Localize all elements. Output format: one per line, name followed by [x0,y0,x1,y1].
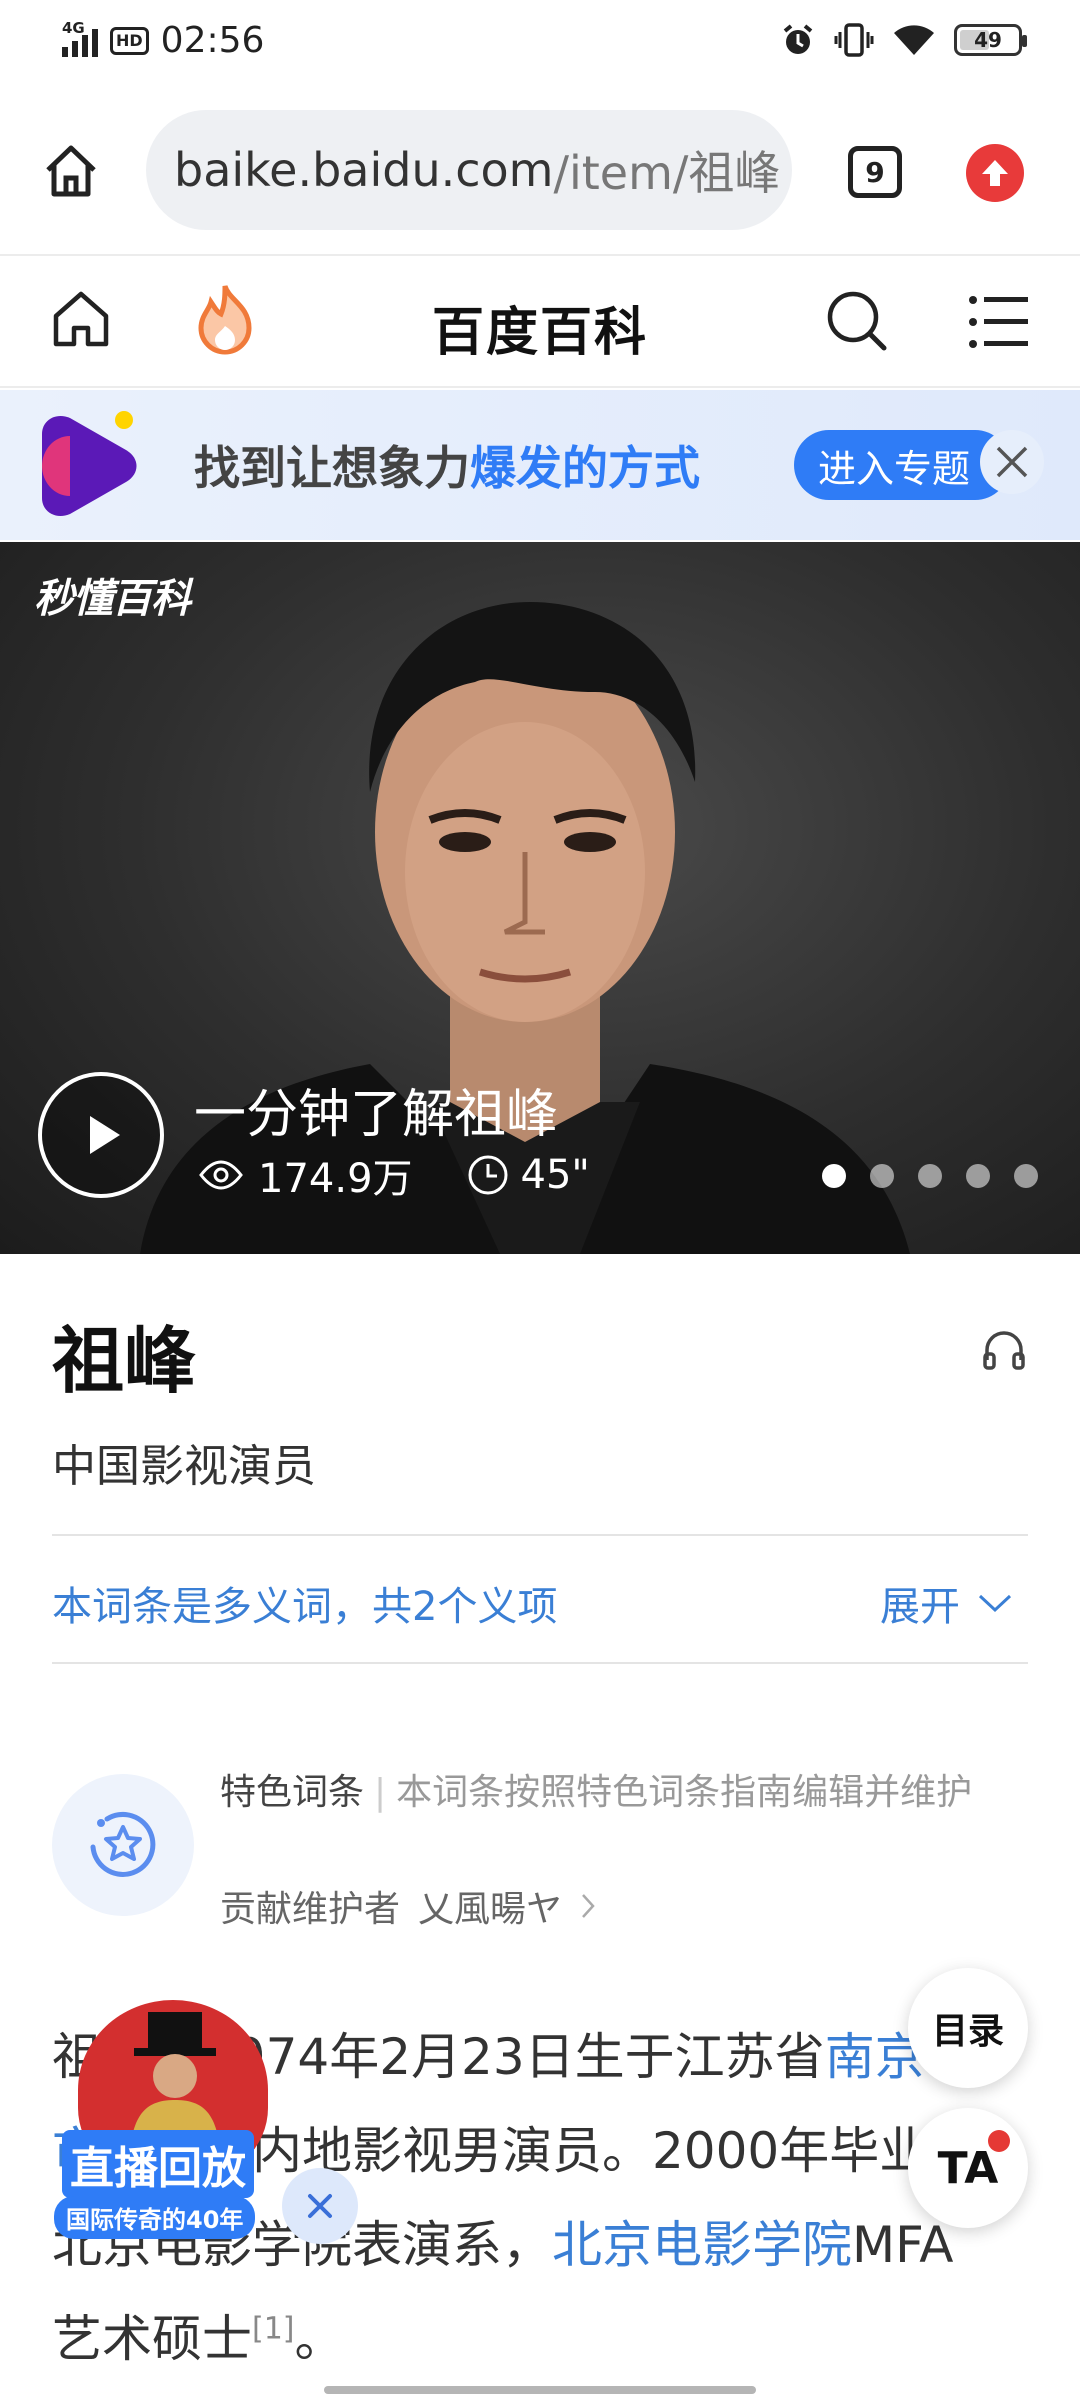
menu-icon[interactable] [968,294,1030,350]
battery-icon: 49 [954,24,1027,56]
headphones-icon[interactable] [982,1328,1026,1370]
video-player[interactable]: 秒懂百科 一分钟了解祖峰 174.9万 45" [0,542,1080,1254]
intro-text: 。 [294,2310,345,2368]
clock-icon [468,1155,508,1195]
banner-logo-icon [42,411,137,517]
video-duration: 45" [520,1152,590,1198]
alarm-icon [783,24,813,54]
divider [52,1534,1028,1536]
carousel-dot-3[interactable] [918,1164,942,1188]
page-title: 百度百科 [431,303,648,363]
performer-image [130,2012,220,2150]
carousel-dots [822,1164,1038,1188]
play-button[interactable] [38,1072,164,1198]
arrow-up-icon [982,160,1008,186]
browser-home-icon[interactable] [42,142,100,200]
expand-button[interactable]: 展开 [880,1574,1012,1632]
status-bar: 4G HD 02:56 49 [0,0,1080,86]
featured-star-icon [90,1811,156,1877]
clock: 02:56 [160,20,265,61]
banner-text: 找到让想象力爆发的方式 [194,432,700,498]
gesture-bar[interactable] [324,2386,756,2394]
video-title: 一分钟了解祖峰 [194,1085,559,1145]
vibrate-icon [834,23,874,57]
wifi-icon [894,25,934,55]
video-views: 174.9万 [258,1156,413,1202]
toc-label: 目录 [931,2011,1004,2052]
live-close-button[interactable] [282,2168,358,2244]
carousel-dot-1[interactable] [822,1164,846,1188]
status-right: 49 [780,22,1027,58]
play-icon [90,1116,120,1154]
featured-desc: 本词条按照特色词条指南编辑并维护 [396,1772,973,1813]
tab-count: 9 [865,155,885,189]
eye-icon [199,1160,243,1190]
reference-link[interactable]: [1] [252,2311,295,2346]
network-type: 4G [62,18,85,37]
entry-title: 祖峰 [52,1319,197,1403]
banner-text-highlight: 爆发的方式 [470,441,700,495]
battery-level: 49 [974,28,1002,52]
polysemy-notice[interactable]: 本词条是多义词，共2个义项 [52,1574,557,1632]
entry-subtitle: 中国影视演员 [52,1441,316,1492]
maintainer-label: 贡献维护者 [220,1889,401,1930]
ta-label: TA [937,2142,999,2194]
carousel-dot-4[interactable] [966,1164,990,1188]
live-sub: 国际传奇的40年 [54,2196,256,2239]
toc-button[interactable]: 目录 [908,1968,1028,2088]
status-left: 4G HD 02:56 [62,19,265,61]
baike-header: 百度百科 [0,258,1080,388]
carousel-dot-5[interactable] [1014,1164,1038,1188]
url-path: /item/祖峰 [553,146,781,200]
banner-close-icon[interactable] [978,428,1046,496]
url-host: baike.baidu.com [174,143,554,197]
divider [52,1662,1028,1664]
featured-description: 特色词条 | 本词条按照特色词条指南编辑并维护 [220,1772,973,1813]
ta-button[interactable]: TA [908,2108,1028,2228]
chevron-right-icon [582,1894,595,1918]
signal-icon: 4G [62,19,98,57]
tab-switcher-button[interactable]: 9 [848,146,902,198]
live-replay-widget[interactable]: 直播回放 国际传奇的40年 [50,2000,280,2239]
carousel-dot-2[interactable] [870,1164,894,1188]
expand-label: 展开 [880,1584,960,1630]
video-brand: 秒懂百科 [34,576,191,622]
browser-toolbar: baike.baidu.com/item/祖峰 9 [0,86,1080,256]
banner-text-plain: 找到让想象力 [194,441,470,495]
address-bar[interactable]: baike.baidu.com/item/祖峰 [146,110,792,230]
maintainer-name: 乂風暘ヤ [418,1889,563,1930]
search-icon[interactable] [824,288,890,354]
featured-label: 特色词条 [220,1772,365,1813]
link-bfa[interactable]: 北京电影学院 [552,2216,852,2274]
chevron-down-icon [978,1594,1012,1613]
video-meta: 174.9万 45" [198,1146,590,1204]
maintainer-row[interactable]: 贡献维护者 乂風暘ヤ [220,1880,596,1932]
upgrade-button[interactable] [966,144,1024,202]
live-label: 直播回放 [62,2130,254,2198]
enter-topic-label: 进入专题 [818,446,971,491]
notification-dot [988,2130,1010,2152]
hd-badge: HD [110,26,149,55]
featured-badge [52,1774,194,1916]
promo-banner[interactable]: 找到让想象力爆发的方式 进入专题 [0,390,1080,540]
close-icon [308,2194,332,2218]
